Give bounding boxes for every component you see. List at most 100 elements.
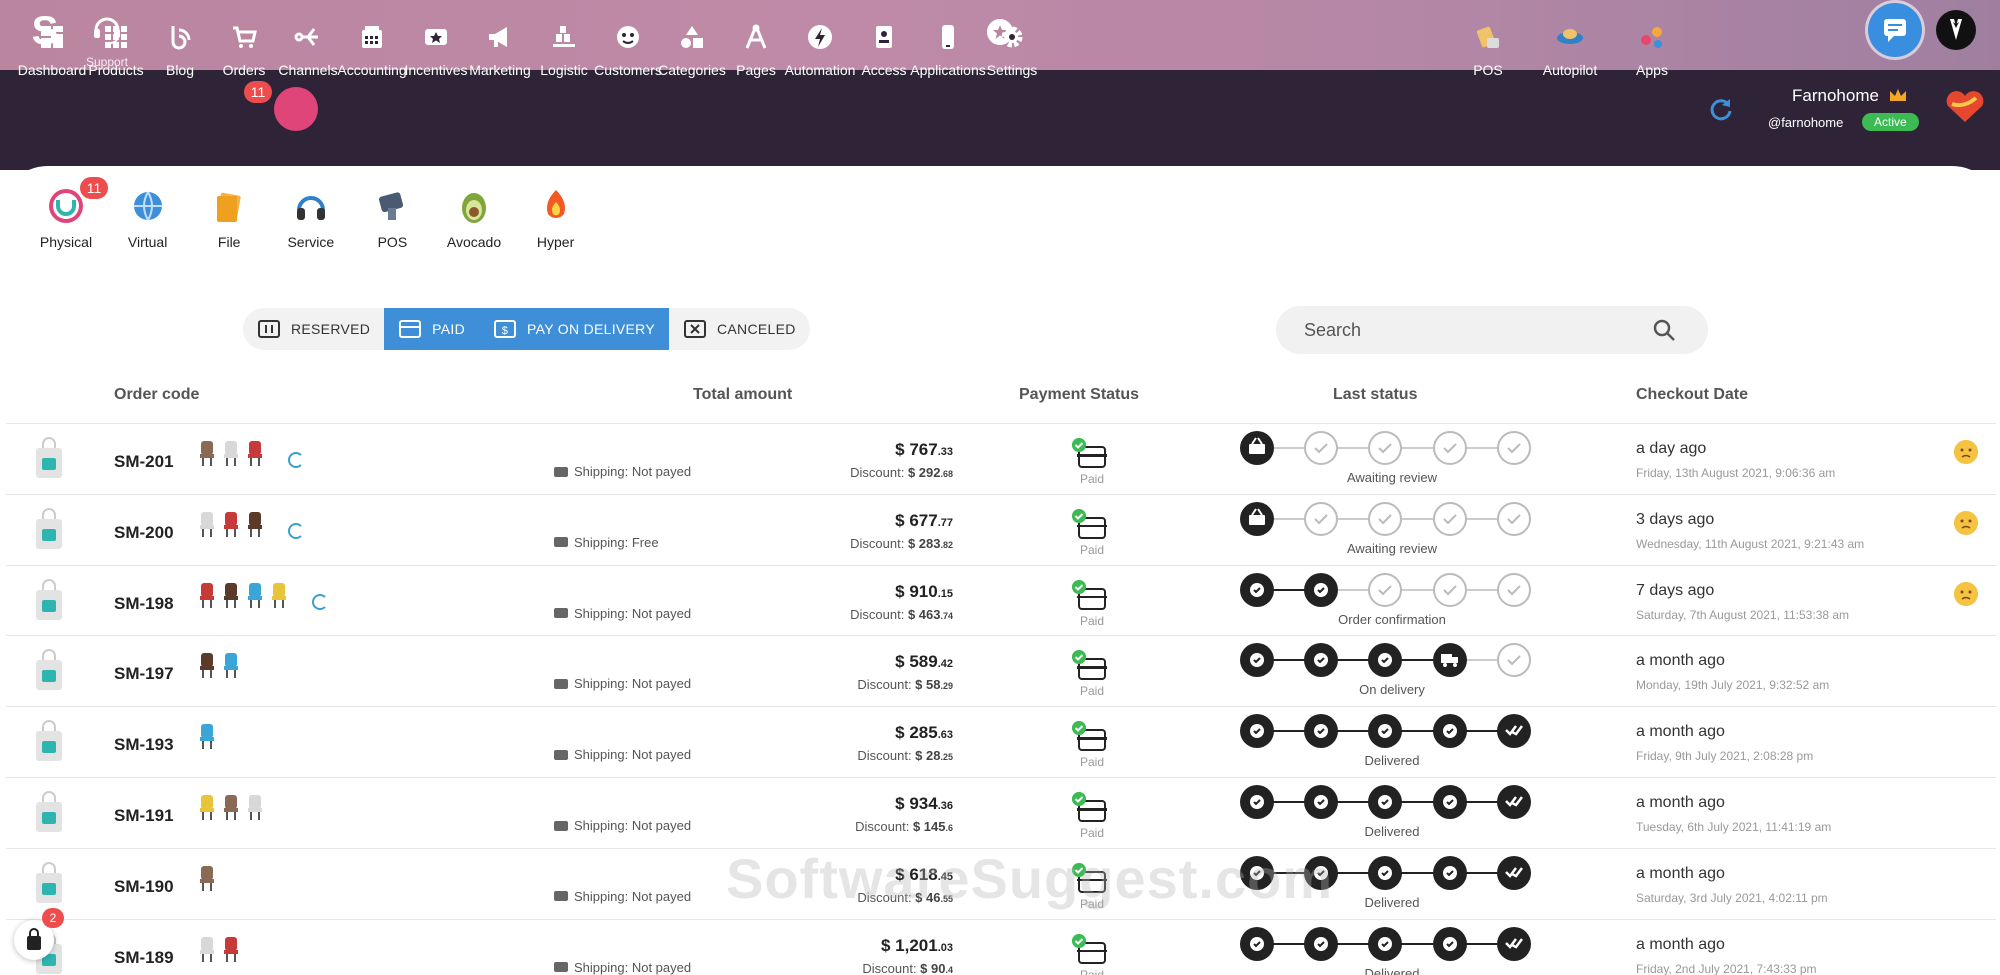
checkout-relative: a month ago bbox=[1636, 723, 1725, 741]
product-thumbnail bbox=[200, 724, 214, 750]
order-code[interactable]: SM-193 bbox=[114, 735, 174, 755]
product-type-label: File bbox=[217, 234, 241, 250]
product-thumbnail bbox=[224, 653, 238, 679]
chat-button[interactable] bbox=[1868, 3, 1922, 57]
status-badge: Active bbox=[1862, 113, 1919, 131]
filter-pay-on-delivery[interactable]: $ PAY ON DELIVERY bbox=[479, 308, 669, 350]
table-row[interactable]: SM-200 Shipping: Free $ 677.77 Discount: $ … bbox=[6, 493, 1996, 565]
shipping-status: Shipping: Not payed bbox=[554, 747, 691, 762]
shopping-bag-icon bbox=[36, 720, 62, 762]
product-type-file[interactable]: File bbox=[189, 186, 269, 250]
profile-handle: @farnohome bbox=[1768, 115, 1844, 130]
pos-type-icon bbox=[379, 192, 404, 220]
checkout-datetime: Monday, 19th July 2021, 9:32:52 am bbox=[1636, 678, 1830, 693]
product-thumbnail bbox=[200, 865, 214, 891]
paid-icon bbox=[399, 320, 422, 338]
checkout-datetime: Saturday, 3rd July 2021, 4:02:11 pm bbox=[1636, 890, 1828, 905]
product-type-virtual[interactable]: Virtual bbox=[108, 186, 188, 250]
column-header-total-amount[interactable]: Total amount bbox=[693, 386, 792, 404]
product-thumbnail bbox=[200, 795, 214, 820]
payment-filter-group: RESERVED PAID $ PAY ON DELIVERY CANCELED bbox=[243, 308, 810, 350]
order-products bbox=[196, 580, 290, 620]
shopping-bag-icon bbox=[36, 578, 62, 620]
discount-amount: Discount: $ 463.74 bbox=[850, 606, 953, 622]
profile-name[interactable]: Farnohome bbox=[1792, 86, 1908, 106]
brand-heart-icon[interactable] bbox=[1944, 90, 1986, 124]
table-row[interactable]: SM-198 Shipping: Not payed $ 910.15 Discoun… bbox=[6, 564, 1996, 636]
filter-reserved[interactable]: RESERVED bbox=[243, 308, 384, 350]
order-code[interactable]: SM-198 bbox=[114, 594, 174, 614]
order-code[interactable]: SM-189 bbox=[114, 948, 174, 968]
user-avatar[interactable] bbox=[1936, 10, 1976, 50]
refresh-icon[interactable] bbox=[1708, 96, 1734, 122]
truck-icon bbox=[554, 891, 568, 902]
search-box[interactable] bbox=[1276, 306, 1708, 354]
apps-icon bbox=[1641, 27, 1662, 48]
nav-item-pos[interactable]: POS bbox=[1448, 22, 1528, 78]
status-step-pending bbox=[1368, 501, 1402, 536]
filter-paid[interactable]: PAID bbox=[384, 308, 480, 350]
logistic-icon bbox=[553, 26, 575, 47]
loading-spinner-icon bbox=[288, 522, 304, 539]
shipping-status: Shipping: Not payed bbox=[554, 889, 691, 904]
categories-icon bbox=[681, 26, 703, 48]
product-thumbnail bbox=[248, 441, 262, 466]
order-code[interactable]: SM-190 bbox=[114, 877, 174, 897]
virtual-type-icon bbox=[133, 191, 162, 221]
product-type-label: Physical bbox=[39, 234, 93, 250]
product-type-avocado[interactable]: Avocado bbox=[434, 186, 514, 250]
table-row[interactable]: SM-197 Shipping: Not payed $ 589.42 Discoun… bbox=[6, 635, 1996, 706]
payment-status: Paid bbox=[1060, 576, 1120, 632]
table-row[interactable]: SM-193 Shipping: Not payed $ 285.63 Discoun… bbox=[6, 706, 1996, 777]
shipping-status: Shipping: Not payed bbox=[554, 606, 691, 621]
filter-canceled[interactable]: CANCELED bbox=[669, 308, 810, 350]
search-input[interactable] bbox=[1276, 306, 1656, 354]
order-products bbox=[196, 792, 266, 832]
product-type-hyper[interactable]: Hyper bbox=[516, 186, 596, 250]
applications-icon bbox=[942, 25, 954, 49]
order-status-tracker bbox=[1240, 714, 1531, 749]
nav-item-autopilot[interactable]: Autopilot bbox=[1530, 22, 1610, 78]
emoji-icon bbox=[1954, 510, 1978, 535]
status-label: On delivery bbox=[1359, 682, 1425, 698]
order-code[interactable]: SM-200 bbox=[114, 523, 174, 543]
shipping-status: Shipping: Not payed bbox=[554, 818, 691, 833]
nav-item-settings[interactable]: Settings bbox=[967, 22, 1057, 78]
payment-status: Paid bbox=[1060, 930, 1120, 975]
truck-icon bbox=[554, 537, 568, 548]
total-amount: $ 1,201.03 bbox=[880, 935, 953, 955]
status-step-pending bbox=[1497, 643, 1531, 678]
payment-status: Paid bbox=[1060, 505, 1120, 561]
product-type-service[interactable]: Service bbox=[271, 186, 351, 250]
search-icon[interactable] bbox=[1652, 318, 1676, 342]
checkout-datetime: Friday, 13th August 2021, 9:06:36 am bbox=[1636, 466, 1836, 480]
nav-item-apps[interactable]: Apps bbox=[1612, 22, 1692, 78]
table-row[interactable]: SM-191 Shipping: Not payed $ 934.36 Discoun… bbox=[6, 777, 1996, 848]
product-thumbnail bbox=[224, 441, 238, 466]
column-header-last-status[interactable]: Last status bbox=[1333, 386, 1417, 404]
svg-text:$: $ bbox=[502, 325, 508, 337]
accounting-icon bbox=[362, 26, 382, 48]
order-code[interactable]: SM-201 bbox=[114, 452, 174, 472]
order-code[interactable]: SM-197 bbox=[114, 664, 174, 684]
truck-icon bbox=[554, 962, 568, 973]
product-thumbnail bbox=[224, 511, 238, 537]
checkout-relative: a month ago bbox=[1636, 794, 1725, 811]
product-thumbnail bbox=[200, 511, 214, 537]
checkout-relative: 3 days ago bbox=[1636, 510, 1715, 528]
product-type-pos[interactable]: POS bbox=[352, 186, 432, 250]
checkout-datetime: Wednesday, 11th August 2021, 9:21:43 am bbox=[1636, 536, 1865, 551]
blog-icon bbox=[171, 26, 191, 50]
pages-icon bbox=[745, 24, 767, 49]
column-header-order-code[interactable]: Order code bbox=[114, 386, 199, 404]
product-thumbnail bbox=[248, 582, 262, 608]
shipping-status: Shipping: Free bbox=[554, 535, 659, 550]
megaphone-icon bbox=[489, 27, 507, 47]
table-row[interactable]: SM-189 Shipping: Not payed $ 1,201.03 Disco… bbox=[6, 918, 1996, 975]
column-header-payment-status[interactable]: Payment Status bbox=[1019, 386, 1139, 404]
product-thumbnail bbox=[224, 795, 238, 820]
table-row[interactable]: SM-201 Shipping: Not payed $ 767.33 Discoun… bbox=[6, 423, 1996, 494]
column-header-checkout-date[interactable]: Checkout Date bbox=[1636, 386, 1748, 404]
cart-icon bbox=[233, 26, 257, 48]
order-code[interactable]: SM-191 bbox=[114, 806, 174, 826]
